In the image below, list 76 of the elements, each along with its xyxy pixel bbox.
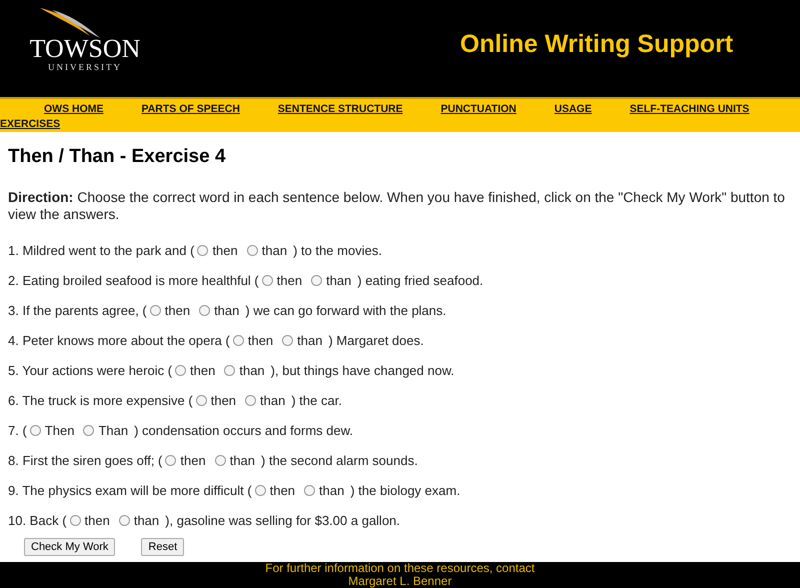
question-text: 10. Back (: [8, 513, 67, 528]
radio-button[interactable]: [304, 485, 316, 496]
site-title: Online Writing Support: [460, 30, 734, 59]
option-label[interactable]: than: [319, 483, 344, 498]
option-label[interactable]: then: [248, 333, 274, 348]
question-text: ) eating fried seafood.: [357, 273, 484, 288]
radio-button[interactable]: [214, 455, 226, 466]
option-label[interactable]: then: [164, 303, 190, 318]
radio-button[interactable]: [199, 305, 210, 316]
radio-button[interactable]: [165, 455, 176, 466]
option-label[interactable]: then: [180, 453, 206, 468]
radio-button[interactable]: [311, 275, 322, 286]
radio-button[interactable]: [197, 245, 208, 256]
form-button[interactable]: Check My Work: [24, 538, 116, 556]
option-label[interactable]: then: [210, 393, 236, 408]
question-text: ) the biology exam.: [350, 483, 460, 498]
option-label[interactable]: Than: [98, 423, 128, 438]
nav-link[interactable]: PUNCTUATION: [440, 102, 516, 116]
footer-text: Margaret L. Benner: [347, 575, 453, 588]
question-text: 8. First the siren goes off; (: [8, 453, 162, 468]
option-label[interactable]: then: [212, 243, 238, 258]
page-title: Then / Than - Exercise 4: [8, 146, 227, 168]
logo-subtitle: UNIVERSITY: [48, 62, 122, 72]
footer-text: For further information on these resources, contact: [264, 562, 536, 575]
radio-button[interactable]: [175, 365, 186, 376]
radio-button[interactable]: [83, 425, 94, 436]
nav-link[interactable]: EXERCISES: [0, 117, 60, 131]
radio-button[interactable]: [150, 305, 161, 316]
question-text: 4. Peter knows more about the opera (: [8, 333, 230, 348]
question-text: 6. The truck is more expensive (: [8, 393, 193, 408]
question-text: ) the car.: [291, 393, 342, 408]
option-label[interactable]: then: [270, 483, 296, 498]
logo-wordmark: TOWSON: [30, 36, 140, 62]
question-text: ), gasoline was selling for $3.00 a gallon.: [165, 513, 400, 528]
option-label[interactable]: than: [230, 453, 256, 468]
radio-button[interactable]: [246, 245, 258, 256]
question-text: ) the second alarm sounds.: [261, 453, 418, 468]
radio-button[interactable]: [262, 275, 273, 286]
option-label[interactable]: than: [239, 363, 265, 378]
option-label[interactable]: than: [134, 513, 160, 528]
question-text: ) Margaret does.: [328, 333, 424, 348]
question-text: 1. Mildred went to the park and (: [8, 243, 194, 258]
question-text: ) we can go forward with the plans.: [245, 303, 446, 318]
nav-link[interactable]: USAGE: [554, 102, 592, 116]
form-button[interactable]: Reset: [141, 538, 184, 556]
option-label[interactable]: than: [297, 333, 322, 348]
radio-button[interactable]: [70, 515, 81, 526]
question-text: 5. Your actions were heroic (: [8, 363, 172, 378]
option-label[interactable]: then: [190, 363, 216, 378]
option-label[interactable]: then: [276, 273, 302, 288]
radio-button[interactable]: [30, 425, 41, 436]
option-label[interactable]: than: [214, 303, 240, 318]
question-text: 2. Eating broiled seafood is more healthful (: [8, 273, 259, 288]
question-text: 7. (: [8, 423, 27, 438]
option-label[interactable]: than: [326, 273, 352, 288]
option-label[interactable]: then: [84, 513, 110, 528]
question-text: ) condensation occurs and forms dew.: [134, 423, 354, 438]
radio-button[interactable]: [196, 395, 207, 406]
nav-link[interactable]: SELF-TEACHING UNITS: [630, 102, 750, 116]
question-text: ), but things have changed now.: [270, 363, 454, 378]
radio-button[interactable]: [282, 335, 294, 346]
radio-button[interactable]: [232, 335, 244, 346]
option-label[interactable]: than: [260, 393, 286, 408]
question-text: ) to the movies.: [293, 243, 382, 258]
question-text: 9. The physics exam will be more difficult (: [8, 483, 252, 498]
radio-button[interactable]: [118, 515, 130, 526]
direction-text: Direction: Choose the correct word in each sentence below. When you have finished, click on the "Check My Work" button to view the answers.: [8, 189, 786, 223]
option-label[interactable]: than: [262, 243, 288, 258]
radio-button[interactable]: [254, 485, 266, 496]
question-text: 3. If the parents agree, (: [8, 303, 147, 318]
nav-link[interactable]: PARTS OF SPEECH: [142, 102, 240, 116]
radio-button[interactable]: [245, 395, 256, 406]
nav-link[interactable]: OWS HOME: [44, 102, 104, 116]
option-label[interactable]: Then: [44, 423, 74, 438]
radio-button[interactable]: [224, 365, 236, 376]
nav-link[interactable]: SENTENCE STRUCTURE: [278, 102, 403, 116]
